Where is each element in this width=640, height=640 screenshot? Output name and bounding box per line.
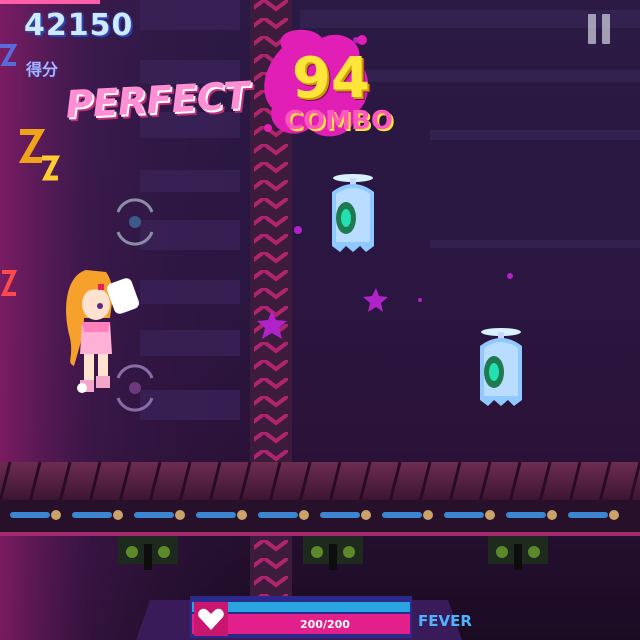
flying-robot-enemy bbox=[480, 328, 522, 406]
combo-label: COMBO bbox=[284, 106, 393, 136]
flying-robot-enemy bbox=[332, 174, 374, 252]
combo-count: 94 bbox=[292, 46, 370, 111]
heart-icon bbox=[194, 602, 228, 636]
hp-value: 200/200 bbox=[300, 618, 350, 631]
fever-label: FEVER bbox=[418, 612, 472, 630]
pause-button[interactable] bbox=[586, 12, 612, 46]
score-value: 42150 bbox=[24, 8, 134, 43]
game-stage[interactable]: 42150 得分 PERFECT 94 COMBO 200/200 FEVER bbox=[0, 0, 640, 640]
pause-icon bbox=[588, 14, 610, 44]
hp-panel bbox=[136, 596, 462, 640]
air-lane-target bbox=[116, 198, 154, 246]
player-character bbox=[66, 270, 139, 393]
